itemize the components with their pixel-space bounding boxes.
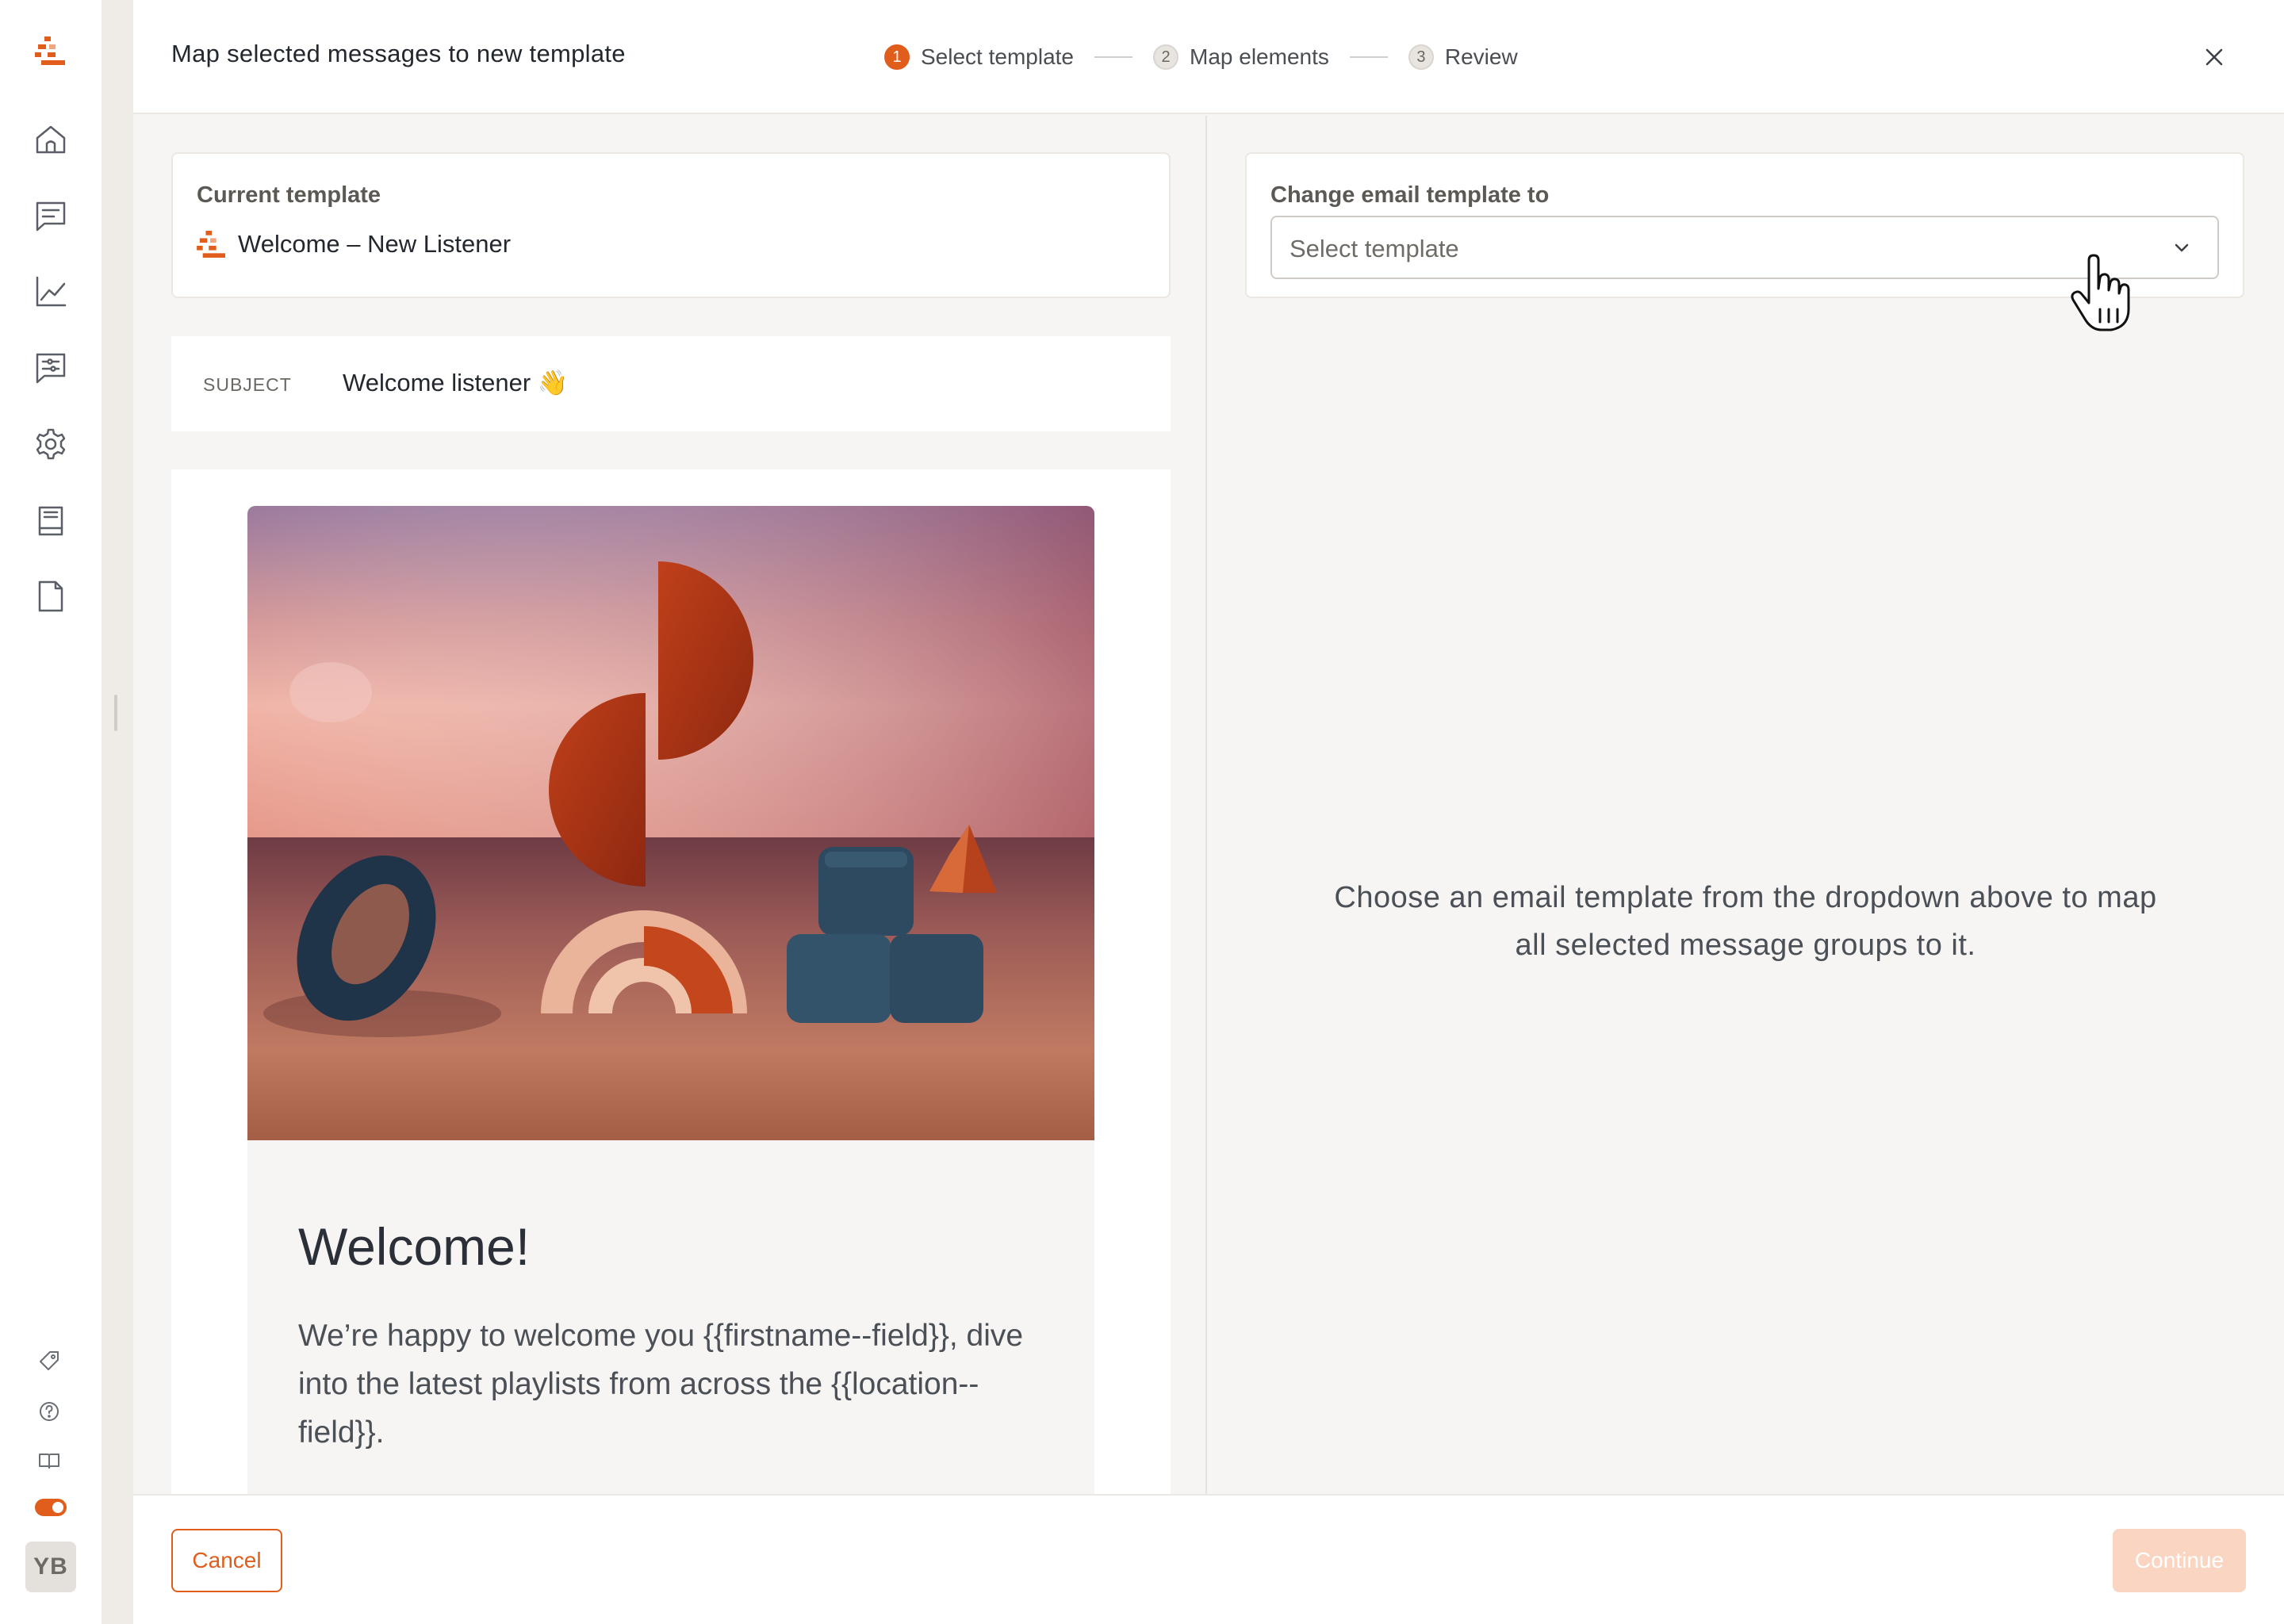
current-template-card: Current template Welcome – New Listener [171, 152, 1171, 298]
step-connector [1094, 56, 1132, 58]
app-logo-icon[interactable] [35, 36, 67, 65]
library-icon[interactable] [32, 501, 70, 539]
subject-label: SUBJECT [203, 374, 292, 395]
step-label: Review [1444, 44, 1518, 69]
chevron-down-icon [2175, 243, 2189, 252]
tag-icon[interactable] [35, 1346, 63, 1375]
current-template-label: Current template [197, 182, 381, 208]
step-number: 3 [1408, 44, 1434, 70]
template-select-placeholder: Select template [1290, 235, 1459, 262]
email-body-text: We’re happy to welcome you {{firstname--… [298, 1319, 1024, 1450]
document-icon[interactable] [32, 577, 70, 615]
stepper: 1 Select template 2 Map elements 3 Revie… [884, 41, 1518, 73]
app-sidebar: YB [0, 0, 102, 1624]
email-body: Welcome! We’re happy to welcome you {{fi… [247, 1140, 1094, 1494]
step-connector [1349, 56, 1388, 58]
analytics-icon[interactable] [32, 273, 70, 311]
step-number: 2 [1153, 44, 1178, 70]
avatar[interactable]: YB [25, 1542, 76, 1592]
step-number: 1 [884, 44, 910, 70]
backdrop-strip [102, 0, 133, 1624]
book-icon[interactable] [35, 1446, 63, 1475]
step-select-template[interactable]: 1 Select template [884, 44, 1074, 70]
empty-state-message: Choose an email template from the dropdo… [1334, 881, 2157, 962]
step-review[interactable]: 3 Review [1408, 44, 1518, 70]
settings-icon[interactable] [32, 425, 70, 463]
hand-cursor-icon [2071, 254, 2130, 331]
current-template-pane: Current template Welcome – New Listener … [133, 116, 1207, 1494]
step-label: Select template [921, 44, 1074, 69]
help-icon[interactable] [35, 1397, 63, 1426]
modal-footer: Cancel Continue [133, 1494, 2284, 1624]
modal-title: Map selected messages to new template [171, 40, 626, 67]
subject-text: Welcome listener 👋 [343, 369, 569, 396]
continue-button[interactable]: Continue [2113, 1529, 2246, 1592]
modal-header: Map selected messages to new template 1 … [133, 0, 2284, 114]
map-template-modal: Map selected messages to new template 1 … [133, 0, 2284, 1624]
step-map-elements[interactable]: 2 Map elements [1153, 44, 1329, 70]
resize-handle[interactable] [114, 695, 117, 731]
theme-toggle[interactable] [35, 1499, 67, 1516]
email-preview: Welcome! We’re happy to welcome you {{fi… [171, 469, 1171, 1494]
current-template-row: Welcome – New Listener [197, 230, 511, 259]
change-template-label: Change email template to [1270, 182, 1550, 208]
current-template-name: Welcome – New Listener [238, 230, 512, 258]
subject-bar: SUBJECT Welcome listener 👋 [171, 336, 1171, 431]
messages-icon[interactable] [32, 197, 70, 235]
template-logo-icon [197, 231, 225, 258]
hero-image [247, 506, 1094, 1140]
templates-icon[interactable] [32, 349, 70, 387]
close-icon[interactable] [2202, 44, 2227, 70]
cancel-button[interactable]: Cancel [171, 1529, 282, 1592]
home-icon[interactable] [32, 121, 70, 159]
step-label: Map elements [1190, 44, 1329, 69]
email-heading: Welcome! [298, 1217, 531, 1276]
